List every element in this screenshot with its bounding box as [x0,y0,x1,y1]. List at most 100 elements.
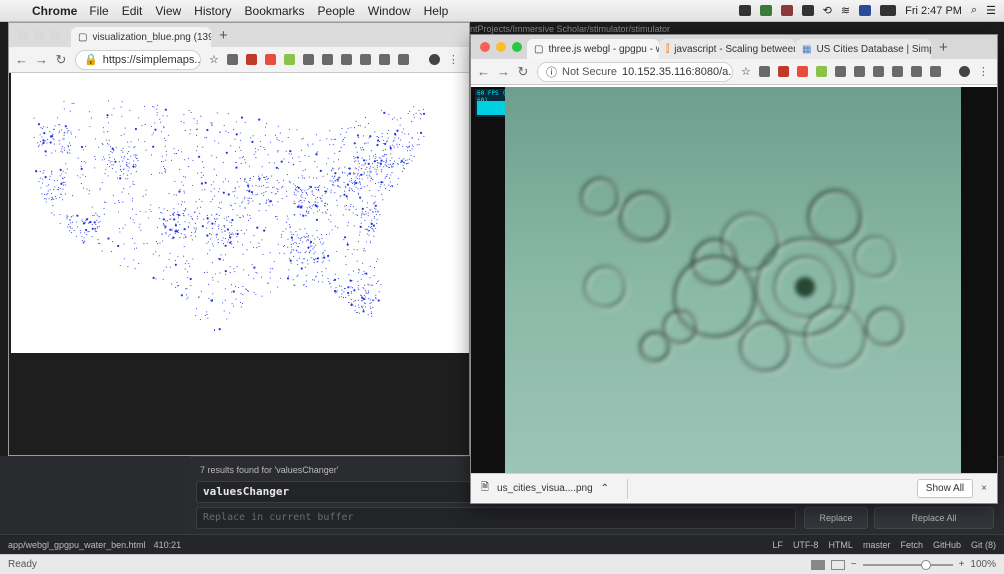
replace-button[interactable]: Replace [804,507,868,529]
close-shelf-icon[interactable]: × [981,483,987,494]
menu-bookmarks[interactable]: Bookmarks [245,4,305,18]
search-icon[interactable]: ⌕ [971,4,977,17]
bookmark-star-icon[interactable]: ☆ [741,65,751,78]
extension-icon[interactable] [853,66,865,77]
city-dot [348,302,350,304]
extension-icon[interactable] [929,66,941,77]
extension-icon[interactable] [245,54,257,65]
battery-icon[interactable] [880,5,897,16]
city-dot [390,153,392,155]
extension-icon[interactable] [321,54,333,65]
menu-help[interactable]: Help [424,4,449,18]
profile-icon[interactable] [428,54,440,65]
zoom-slider-thumb[interactable] [920,559,931,570]
city-dot [121,156,123,158]
close-icon[interactable] [480,42,490,52]
tab-stackoverflow[interactable]: ⫿ javascript - Scaling between × [659,39,795,59]
menu-file[interactable]: File [89,4,108,18]
address-bar[interactable]: ⓘ Not Secure 10.152.35.116:8080/a... [537,61,733,82]
show-all-button[interactable]: Show All [916,479,974,498]
menu-people[interactable]: People [318,4,355,18]
address-bar[interactable]: 🔒 https://simplemaps... [75,49,201,70]
zoom-in-icon[interactable]: + [959,559,965,570]
menu-icon[interactable]: ⋮ [978,65,989,78]
status-item-icon[interactable] [801,5,814,16]
actual-size-icon[interactable] [830,559,845,570]
bookmark-star-icon[interactable]: ☆ [209,53,219,66]
status-file-path[interactable]: app/webgl_gpgpu_water_ben.html [8,540,146,550]
extension-icon[interactable] [340,54,352,65]
profile-icon[interactable] [958,66,970,77]
flag-icon[interactable] [859,5,872,16]
menu-history[interactable]: History [194,4,231,18]
close-icon[interactable] [18,30,28,40]
timemachine-icon[interactable]: ⟲ [823,4,832,17]
menu-view[interactable]: View [155,4,181,18]
maximize-icon[interactable] [512,42,522,52]
new-tab-button[interactable]: + [211,27,236,44]
extension-icon[interactable] [359,54,371,65]
status-cursor-position[interactable]: 410:21 [154,540,182,550]
status-line-ending[interactable]: LF [772,540,783,550]
forward-icon[interactable]: → [497,64,510,79]
city-dot [189,277,192,281]
extension-icon[interactable] [264,54,276,65]
extension-icon[interactable] [910,66,922,77]
tab-threejs[interactable]: ▢ three.js webgl - gpgpu - wa × [527,39,659,59]
editor-status-bar: app/webgl_gpgpu_water_ben.html 410:21 LF… [0,534,1004,554]
city-dot [305,251,307,253]
tab-uscities[interactable]: ▦ US Cities Database | Simple × [795,39,931,59]
status-github[interactable]: GitHub [933,540,961,550]
maximize-icon[interactable] [50,30,60,40]
chevron-up-icon[interactable]: ⌃ [601,483,609,494]
download-filename[interactable]: us_cities_visua....png [497,483,593,494]
fit-icon[interactable] [810,559,825,570]
extension-icon[interactable] [891,66,903,77]
tab-visualization[interactable]: ▢ visualization_blue.png (1398× × [71,27,211,47]
reload-icon[interactable]: ↻ [517,64,529,80]
minimize-icon[interactable] [34,30,44,40]
forward-icon[interactable]: → [35,52,48,67]
status-git[interactable]: Git (8) [971,540,996,550]
minimize-icon[interactable] [496,42,506,52]
clock[interactable]: Fri 2:47 PM [905,5,962,17]
extension-icon[interactable] [283,54,295,65]
menu-icon[interactable]: ⋮ [448,53,459,66]
extension-icon[interactable] [758,66,770,77]
status-fetch[interactable]: Fetch [900,540,923,550]
city-dot [53,139,55,141]
city-dot [374,131,376,133]
extension-icon[interactable] [226,54,238,65]
zoom-slider[interactable] [862,559,953,570]
extension-icon[interactable] [397,54,409,65]
wifi-icon[interactable]: ≋ [841,4,850,17]
status-branch[interactable]: master [863,540,891,550]
city-dot [252,200,254,202]
extension-icon[interactable] [378,54,390,65]
city-dot [212,198,214,200]
extension-icon[interactable] [777,66,789,77]
back-icon[interactable]: ← [15,52,28,67]
menu-edit[interactable]: Edit [122,4,143,18]
replace-all-button[interactable]: Replace All [874,507,994,529]
new-tab-button[interactable]: + [931,39,956,56]
extension-icon[interactable] [302,54,314,65]
extension-icon[interactable] [815,66,827,77]
extension-icon[interactable] [796,66,808,77]
status-item-icon[interactable] [759,5,772,16]
extension-icon[interactable] [872,66,884,77]
water-simulation-canvas[interactable] [505,87,961,473]
status-item-icon[interactable] [738,5,751,16]
status-grammar[interactable]: HTML [828,540,853,550]
notification-center-icon[interactable]: ☰ [986,4,996,17]
replace-input[interactable]: Replace in current buffer [196,507,796,529]
city-dot [397,177,399,180]
reload-icon[interactable]: ↻ [55,52,67,68]
zoom-out-icon[interactable]: − [851,559,857,570]
status-item-icon[interactable] [780,5,793,16]
app-menu[interactable]: Chrome [32,4,77,18]
back-icon[interactable]: ← [477,64,490,79]
status-encoding[interactable]: UTF-8 [793,540,819,550]
menu-window[interactable]: Window [368,4,411,18]
extension-icon[interactable] [834,66,846,77]
